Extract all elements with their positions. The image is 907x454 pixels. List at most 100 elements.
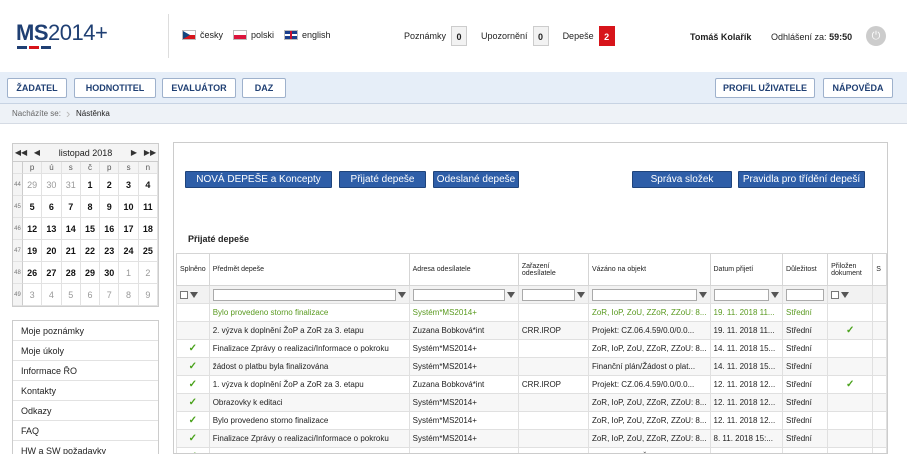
column-header[interactable]: Důležitost [782,253,829,286]
counter-alerts[interactable]: Upozornění 0 [481,26,549,46]
filter-funnel-icon[interactable] [506,291,515,298]
calendar-day[interactable]: 8 [119,284,139,306]
filter-subject-input[interactable] [212,288,396,301]
side-menu-item[interactable]: Kontakty [13,381,158,401]
received-messages-button[interactable]: Přijaté depeše [339,171,426,188]
calendar-day[interactable]: 1 [80,174,101,196]
nav-napoveda[interactable]: NÁPOVĚDA [823,78,893,98]
nav-zadatel[interactable]: ŽADATEL [7,78,67,98]
column-header[interactable]: Předmět depeše [208,253,410,286]
calendar-day[interactable]: 26 [23,262,43,284]
side-menu-item[interactable]: FAQ [13,421,158,441]
calendar-day[interactable]: 3 [23,284,43,306]
table-row[interactable]: ✓ Obrazovky k editaci Systém*MS2014+ ZoR, I… [176,393,887,412]
calendar-day[interactable]: 13 [42,218,62,240]
calendar-day[interactable]: 1 [119,262,139,284]
calendar-day[interactable]: 30 [100,262,120,284]
filter-object-input[interactable] [591,288,697,301]
side-menu-item[interactable]: Informace ŘO [13,361,158,381]
calendar-day[interactable]: 22 [80,240,101,262]
filter-funnel-icon[interactable] [190,291,198,298]
table-row[interactable]: ✓ Bylo provedeno storno finalizace Systém*… [176,411,887,430]
calendar-day[interactable]: 29 [80,262,101,284]
calendar-day[interactable]: 2 [100,174,120,196]
column-header[interactable]: Datum přijetí [709,253,784,286]
table-row[interactable]: ✓ 1. výzva k doplnění ŽoP a ZoR za 3. eta… [176,375,887,394]
side-menu-item[interactable]: Moje úkoly [13,341,158,361]
calendar-day[interactable]: 20 [42,240,62,262]
calendar-day[interactable]: 25 [138,240,158,262]
calendar-day[interactable]: 14 [61,218,81,240]
calendar-day[interactable]: 11 [138,196,158,218]
calendar-day[interactable]: 15 [80,218,101,240]
calendar-day[interactable]: 12 [23,218,43,240]
column-header[interactable]: Přiložen dokument [827,253,874,286]
nav-profil[interactable]: PROFIL UŽIVATELE [715,78,815,98]
next-year-icon[interactable]: ▶▶ [142,144,158,162]
calendar-day[interactable]: 31 [61,174,81,196]
calendar-day[interactable]: 5 [61,284,81,306]
next-month-icon[interactable]: ▶ [126,144,142,162]
side-menu-item[interactable]: HW a SW požadavky [13,441,158,454]
power-icon[interactable]: ⏻ [866,26,886,46]
filter-done-checkbox[interactable] [180,290,188,299]
filter-doc-checkbox[interactable] [831,290,840,299]
filter-funnel-icon[interactable] [771,291,780,298]
column-header[interactable]: Vázáno na objekt [587,253,711,286]
prev-year-icon[interactable]: ◀◀ [13,144,29,162]
calendar-day[interactable]: 4 [138,174,158,196]
table-row[interactable]: Bylo provedeno storno finalizace Systém*M… [176,303,887,322]
table-row[interactable]: ✓žádost o platbu byla finalizovánaSystém… [176,447,887,453]
counter-messages[interactable]: Depeše 2 [563,26,615,46]
filter-role-input[interactable] [521,288,575,301]
calendar-day[interactable]: 9 [138,284,158,306]
prev-month-icon[interactable]: ◀ [29,144,45,162]
nav-daz[interactable]: DAZ [242,78,286,98]
table-row[interactable]: ✓žádost o platbu byla finalizovánaSystém… [176,357,887,376]
filter-sender-input[interactable] [412,288,505,301]
nav-evaluator[interactable]: EVALUÁTOR [162,78,236,98]
calendar-day[interactable]: 6 [80,284,101,306]
calendar-day[interactable]: 29 [23,174,43,196]
table-row[interactable]: 2. výzva k doplnění ŽoP a ZoR za 3. etap… [176,321,887,340]
sent-messages-button[interactable]: Odeslané depeše [433,171,519,188]
column-header[interactable]: Splněno [176,253,210,286]
calendar-day[interactable]: 21 [61,240,81,262]
filter-funnel-icon[interactable] [841,291,850,298]
side-menu-item[interactable]: Odkazy [13,401,158,421]
language-pl[interactable]: polski [233,30,274,40]
manage-folders-button[interactable]: Správa složek [632,171,732,188]
calendar-day[interactable]: 19 [23,240,43,262]
ms2014-logo[interactable]: MS2014+ [16,20,108,46]
calendar-day[interactable]: 6 [42,196,62,218]
calendar-day[interactable]: 5 [23,196,43,218]
calendar-day[interactable]: 28 [61,262,81,284]
calendar-day[interactable]: 8 [80,196,101,218]
filter-funnel-icon[interactable] [576,291,585,298]
calendar-day[interactable]: 2 [138,262,158,284]
breadcrumb-item[interactable]: Nástěnka [76,109,110,118]
calendar-day[interactable]: 3 [119,174,139,196]
calendar-day[interactable]: 4 [42,284,62,306]
column-header[interactable]: S [872,253,887,286]
calendar-day[interactable]: 18 [138,218,158,240]
calendar-day[interactable]: 23 [100,240,120,262]
filter-funnel-icon[interactable] [698,291,707,298]
filter-date-input[interactable] [713,288,770,301]
calendar-day[interactable]: 7 [100,284,120,306]
calendar-day[interactable]: 17 [119,218,139,240]
calendar-day[interactable]: 7 [61,196,81,218]
sorting-rules-button[interactable]: Pravidla pro třídění depeší [738,171,865,188]
calendar-day[interactable]: 27 [42,262,62,284]
nav-hodnotitel[interactable]: HODNOTITEL [74,78,156,98]
counter-notes[interactable]: Poznámky 0 [404,26,468,46]
filter-funnel-icon[interactable] [397,291,406,298]
filter-priority-input[interactable] [786,288,825,301]
column-header[interactable]: Zařazení odesílatele [517,253,589,286]
calendar-day[interactable]: 16 [100,218,120,240]
language-en[interactable]: english [284,30,331,40]
column-header[interactable]: Adresa odesílatele [408,253,519,286]
calendar-day[interactable]: 10 [119,196,139,218]
calendar-day[interactable]: 9 [100,196,120,218]
calendar-day[interactable]: 24 [119,240,139,262]
